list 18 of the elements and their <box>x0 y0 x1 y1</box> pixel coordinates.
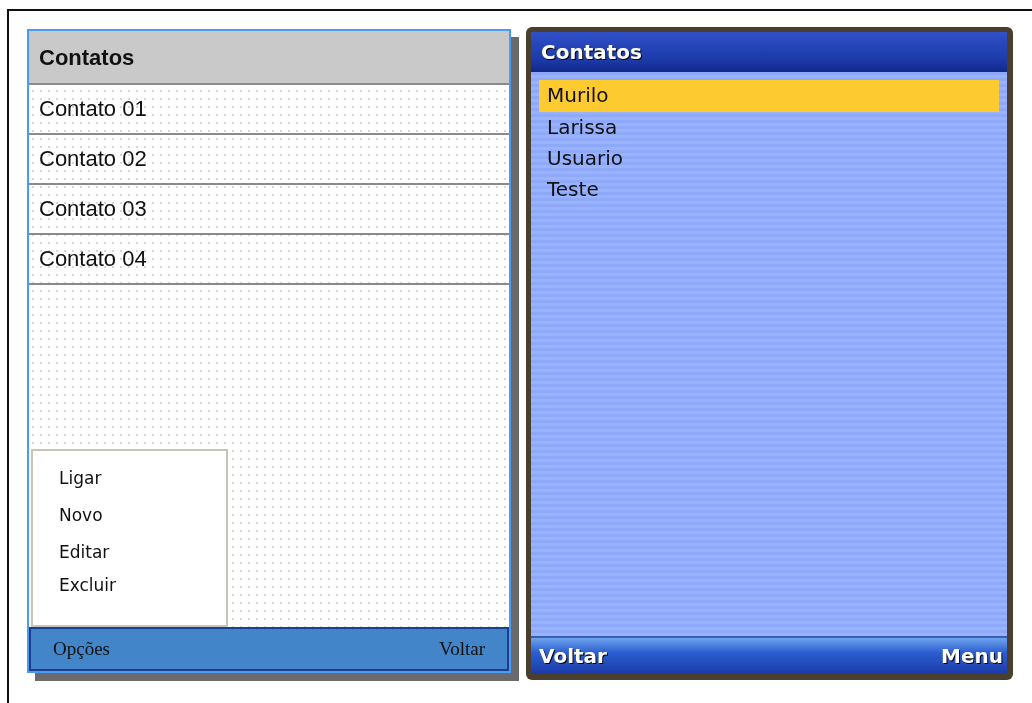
softkey[interactable]: Opções <box>53 638 110 660</box>
contact-item[interactable]: Contato 02 <box>29 135 509 185</box>
softkey[interactable]: Menu <box>941 644 1003 668</box>
menu-item[interactable]: Novo <box>59 500 226 537</box>
contact-item[interactable]: Murilo <box>539 80 999 112</box>
softkey[interactable]: Voltar <box>438 638 485 660</box>
contact-item[interactable]: Usuario <box>539 143 999 174</box>
screen-title: Contatos <box>29 31 509 85</box>
menu-item[interactable]: Editar <box>59 537 226 570</box>
contact-item[interactable]: Teste <box>539 174 999 205</box>
contact-item[interactable]: Contato 01 <box>29 85 509 135</box>
menu-item[interactable]: Excluir <box>59 570 226 607</box>
contact-item[interactable]: Contato 04 <box>29 235 509 285</box>
contact-item[interactable]: Larissa <box>539 112 999 143</box>
menu-item[interactable]: Ligar <box>59 463 226 500</box>
contact-item[interactable]: Contato 03 <box>29 185 509 235</box>
softkey[interactable]: Voltar <box>539 644 607 668</box>
screen-title: Contatos <box>531 32 1007 72</box>
